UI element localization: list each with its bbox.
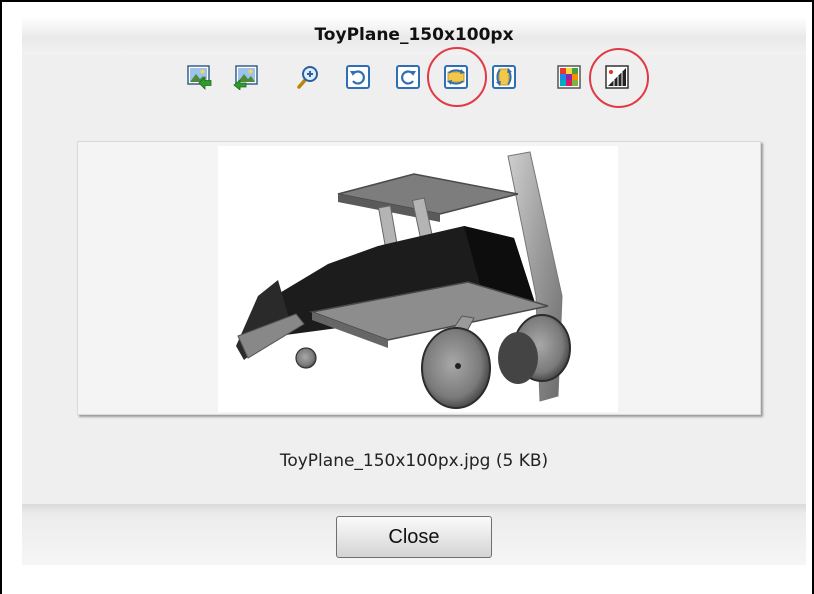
replace-image-icon[interactable] bbox=[233, 64, 259, 90]
insert-image-icon[interactable] bbox=[187, 64, 213, 90]
image-file-caption: ToyPlane_150x100px.jpg (5 KB) bbox=[279, 451, 549, 471]
image-properties-highlight-ring bbox=[589, 48, 649, 108]
image-viewer-dialog: ToyPlane_150x100px ToyPlane_150x100px.jp… bbox=[22, 17, 806, 565]
dialog-title: ToyPlane_150x100px bbox=[314, 25, 514, 45]
color-adjust-icon[interactable] bbox=[556, 64, 582, 90]
image-preview-frame bbox=[77, 141, 761, 415]
toy-plane-photo bbox=[218, 146, 618, 412]
rotate-left-icon[interactable] bbox=[345, 64, 371, 90]
flip-horizontal-highlight-ring bbox=[427, 47, 487, 107]
rotate-right-icon[interactable] bbox=[395, 64, 421, 90]
zoom-icon[interactable] bbox=[295, 64, 321, 90]
close-button[interactable]: Close bbox=[336, 516, 492, 558]
title-bar: ToyPlane_150x100px bbox=[22, 17, 806, 55]
flip-vertical-icon[interactable] bbox=[491, 64, 517, 90]
